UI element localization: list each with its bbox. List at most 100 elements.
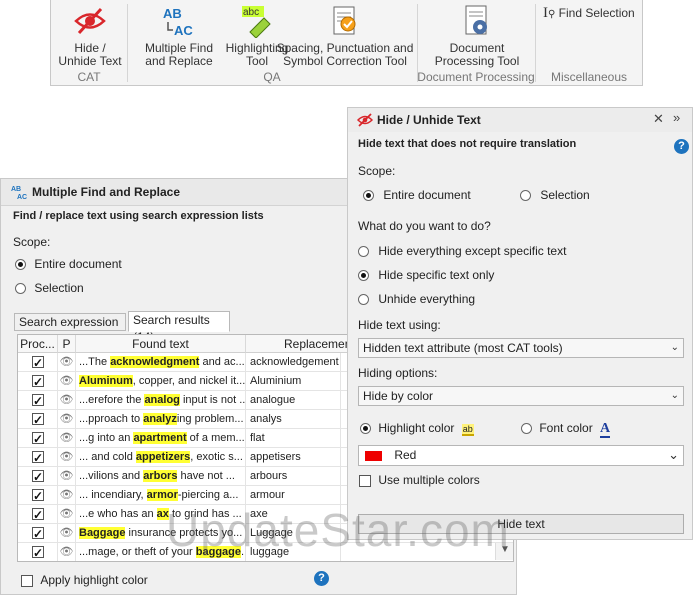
checkbox-icon[interactable] (32, 525, 44, 543)
document-processing-tool-button[interactable]: Document Processing Tool (421, 4, 533, 68)
hiding-options-dropdown[interactable]: Hide by color ⌄ (358, 386, 684, 406)
hide-everything-except-radio[interactable]: Hide everything except specific text (358, 244, 566, 258)
scope-selection-radio[interactable]: Selection (520, 188, 590, 202)
spacing-punctuation-tool-button[interactable]: Spacing, Punctuation and Symbol Correcti… (275, 4, 415, 68)
checkbox-icon[interactable] (32, 468, 44, 486)
chevron-down-icon: ⌄ (670, 342, 679, 353)
checkbox-icon[interactable] (32, 506, 44, 524)
replacement-cell[interactable]: analogue (246, 391, 341, 410)
found-text-match: arbors (143, 470, 178, 482)
svg-text:AC: AC (174, 23, 193, 38)
processed-cell[interactable] (18, 353, 58, 372)
use-multiple-colors-checkbox[interactable]: Use multiple colors (359, 473, 480, 487)
preview-eye-icon[interactable]: 👁 (58, 429, 76, 448)
replacement-cell[interactable]: analys (246, 410, 341, 429)
checkbox-icon[interactable] (32, 411, 44, 429)
checkbox-icon[interactable] (32, 392, 44, 410)
processed-cell[interactable] (18, 410, 58, 429)
found-text-cell[interactable]: ...erefore the analog input is not ... (76, 391, 246, 410)
processed-cell[interactable] (18, 372, 58, 391)
radio-label: Entire document (34, 257, 122, 271)
found-text-cell[interactable]: ...g into an apartment of a mem... (76, 429, 246, 448)
processed-cell[interactable] (18, 391, 58, 410)
found-text-before: ...g into an (79, 432, 134, 444)
column-header-processed[interactable]: Proc... (18, 335, 58, 353)
replacement-text: flat (250, 432, 265, 444)
highlight-color-radio[interactable]: Highlight color ab (360, 421, 474, 436)
processed-cell[interactable] (18, 429, 58, 448)
preview-eye-icon[interactable]: 👁 (58, 505, 76, 524)
found-text-cell[interactable]: ... and cold appetizers, exotic s... (76, 448, 246, 467)
preview-eye-icon[interactable]: 👁 (58, 353, 76, 372)
checkbox-icon[interactable] (32, 449, 44, 467)
replacement-text: analys (250, 413, 282, 425)
checkbox-icon[interactable] (32, 544, 44, 561)
replacement-cell[interactable]: acknowledgement (246, 353, 341, 372)
preview-eye-icon[interactable]: 👁 (58, 524, 76, 543)
svg-text:AB: AB (11, 186, 21, 193)
font-color-radio[interactable]: Font color A (521, 421, 611, 438)
multiple-find-replace-button[interactable]: AB AC Multiple Find and Replace (131, 4, 227, 68)
unhide-everything-radio[interactable]: Unhide everything (358, 292, 475, 306)
processed-cell[interactable] (18, 524, 58, 543)
processed-cell[interactable] (18, 448, 58, 467)
panel-subtitle: Hide text that does not require translat… (358, 138, 577, 150)
checkbox-icon[interactable] (32, 487, 44, 505)
scope-selection-radio[interactable]: Selection (15, 281, 84, 295)
help-icon[interactable]: ? (314, 571, 329, 586)
found-text-cell[interactable]: ...pproach to analyzing problem... (76, 410, 246, 429)
hide-text-using-dropdown[interactable]: Hidden text attribute (most CAT tools) ⌄ (358, 338, 684, 358)
highlighter-icon: abc (242, 6, 271, 38)
tab-search-results[interactable]: Search results (14) (128, 311, 230, 344)
dropdown-value: Hide by color (363, 389, 434, 403)
found-text-before: ...The (79, 356, 111, 368)
chevron-down-icon: ⌄ (668, 447, 679, 462)
preview-eye-icon[interactable]: 👁 (58, 486, 76, 505)
processed-cell[interactable] (18, 505, 58, 524)
preview-eye-icon[interactable]: 👁 (58, 372, 76, 391)
replacement-cell[interactable]: appetisers (246, 448, 341, 467)
found-text-cell[interactable]: ...The acknowledgment and ac... (76, 353, 246, 372)
collapse-icon[interactable]: » (673, 110, 680, 125)
hide-text-using-label: Hide text using: (358, 318, 441, 332)
replacement-cell[interactable]: arbours (246, 467, 341, 486)
found-text-cell[interactable]: ...vilions and arbors have not ... (76, 467, 246, 486)
replacement-text: arbours (250, 470, 288, 482)
find-selection-button[interactable]: I⚲ Find Selection (543, 6, 641, 21)
replacement-text: acknowledgement (250, 356, 339, 368)
processed-cell[interactable] (18, 543, 58, 561)
checkbox-icon[interactable] (32, 430, 44, 448)
preview-eye-icon[interactable]: 👁 (58, 410, 76, 429)
preview-eye-icon[interactable]: 👁 (58, 448, 76, 467)
found-text-before: ...erefore the (79, 394, 145, 406)
ribbon-label: Unhide Text (58, 54, 122, 68)
checkbox-icon[interactable] (32, 373, 44, 391)
help-icon[interactable]: ? (674, 139, 689, 154)
tab-search-expression-list[interactable]: Search expression list (14, 313, 126, 346)
hide-specific-text-radio[interactable]: Hide specific text only (358, 268, 494, 282)
close-icon[interactable]: ✕ (653, 111, 664, 127)
apply-highlight-color-checkbox[interactable]: Apply highlight color (21, 573, 148, 587)
preview-eye-icon[interactable]: 👁 (58, 391, 76, 410)
color-dropdown[interactable]: Red ⌄ (358, 445, 684, 466)
checkbox-icon[interactable] (32, 354, 44, 372)
scope-entire-document-radio[interactable]: Entire document (363, 188, 471, 202)
found-text-after: and ac... (199, 356, 245, 368)
hide-unhide-text-button[interactable]: Hide / Unhide Text (55, 4, 125, 68)
column-header-found-text[interactable]: Found text (76, 335, 246, 353)
scope-entire-document-radio[interactable]: Entire document (15, 257, 122, 271)
eye-slash-icon (74, 7, 106, 35)
found-text-before: ...vilions and (79, 470, 144, 482)
preview-eye-icon[interactable]: 👁 (58, 543, 76, 561)
svg-text:AC: AC (17, 194, 27, 200)
found-text-cell[interactable]: Aluminum, copper, and nickel it... (76, 372, 246, 391)
processed-cell[interactable] (18, 486, 58, 505)
processed-cell[interactable] (18, 467, 58, 486)
radio-label: Selection (34, 281, 84, 295)
replacement-cell[interactable]: flat (246, 429, 341, 448)
radio-label: Selection (540, 188, 590, 202)
ribbon-group-miscellaneous: Miscellaneous (550, 70, 628, 84)
preview-eye-icon[interactable]: 👁 (58, 467, 76, 486)
column-header-preview[interactable]: P (58, 335, 76, 353)
replacement-cell[interactable]: Aluminium (246, 372, 341, 391)
